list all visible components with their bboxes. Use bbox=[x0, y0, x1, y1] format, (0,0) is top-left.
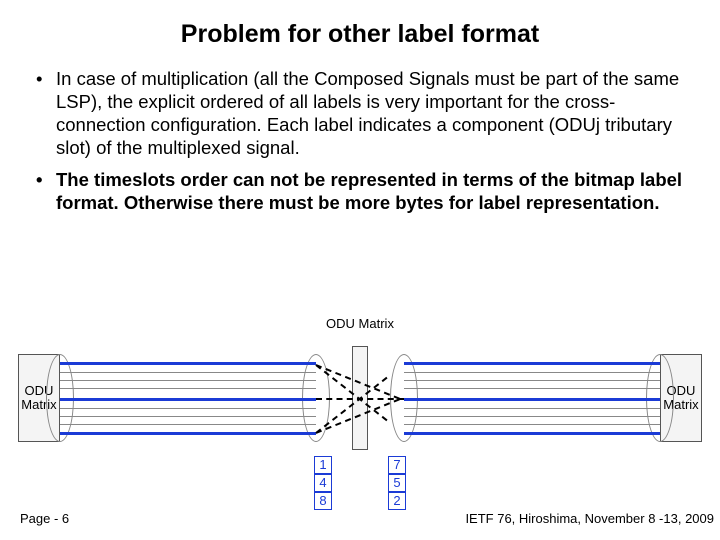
fiber-line bbox=[404, 416, 660, 417]
timeslot-label: 7 bbox=[388, 456, 406, 474]
fiber-line bbox=[404, 424, 660, 425]
fiber-line bbox=[404, 372, 660, 373]
bullet-marker: • bbox=[30, 168, 56, 214]
fiber-line bbox=[404, 432, 660, 435]
page-number: Page - 6 bbox=[20, 511, 69, 526]
fiber-line bbox=[60, 432, 316, 435]
fiber-line bbox=[404, 362, 660, 365]
fiber-line bbox=[404, 380, 660, 381]
fiber-bundle-right bbox=[404, 354, 660, 442]
fiber-line bbox=[404, 398, 660, 401]
timeslot-label: 2 bbox=[388, 492, 406, 510]
fiber-line bbox=[60, 398, 316, 401]
fiber-line bbox=[60, 372, 316, 373]
bullet-text: The timeslots order can not be represent… bbox=[56, 168, 690, 214]
slide-title: Problem for other label format bbox=[0, 0, 720, 67]
timeslot-label: 8 bbox=[314, 492, 332, 510]
fiber-line bbox=[60, 388, 316, 389]
fiber-line bbox=[60, 408, 316, 409]
timeslot-label: 5 bbox=[388, 474, 406, 492]
cross-connection-diagram: ODU Matrix ODU Matrix ODU Matrix bbox=[18, 308, 702, 488]
fiber-line bbox=[60, 362, 316, 365]
bullet-item: • In case of multiplication (all the Com… bbox=[30, 67, 690, 160]
timeslot-label: 4 bbox=[314, 474, 332, 492]
fiber-line bbox=[404, 388, 660, 389]
bullet-marker: • bbox=[30, 67, 56, 160]
fiber-bundle-left bbox=[60, 354, 316, 442]
bullet-item: • The timeslots order can not be represe… bbox=[30, 168, 690, 214]
conference-info: IETF 76, Hiroshima, November 8 -13, 2009 bbox=[465, 511, 714, 526]
fiber-line bbox=[404, 408, 660, 409]
fiber-line bbox=[60, 424, 316, 425]
odu-matrix-center-label: ODU Matrix bbox=[326, 316, 394, 331]
fiber-line bbox=[60, 416, 316, 417]
slide-body: • In case of multiplication (all the Com… bbox=[0, 67, 720, 214]
timeslot-label: 1 bbox=[314, 456, 332, 474]
fiber-line bbox=[60, 380, 316, 381]
bullet-text: In case of multiplication (all the Compo… bbox=[56, 67, 690, 160]
